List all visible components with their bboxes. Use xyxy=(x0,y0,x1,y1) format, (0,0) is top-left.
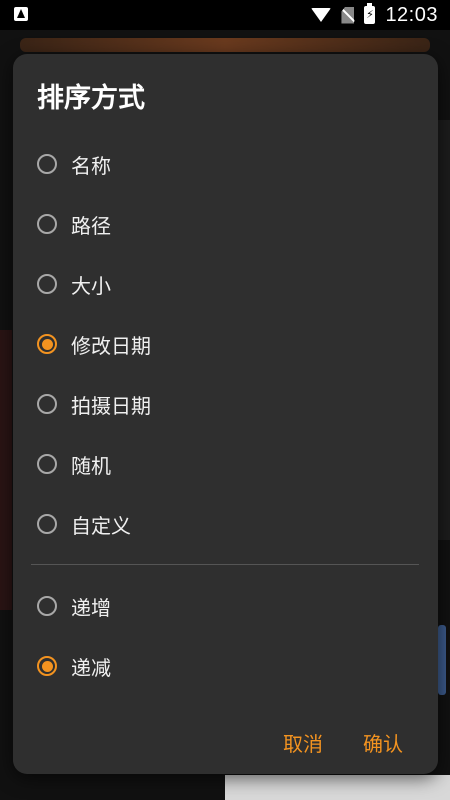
sort-dialog: 排序方式 名称 路径 大小 修改日期 拍摄日期 随机 自定义 递增 递减 取消 … xyxy=(13,54,438,774)
option-label: 路径 xyxy=(71,213,111,238)
status-bar: 12:03 xyxy=(0,0,450,30)
order-option-descending[interactable]: 递减 xyxy=(37,643,417,689)
no-sim-icon xyxy=(341,6,355,24)
option-label: 大小 xyxy=(71,273,111,298)
radio-button[interactable] xyxy=(37,454,57,474)
sort-option-taken-date[interactable]: 拍摄日期 xyxy=(37,381,417,427)
background-app-content xyxy=(438,625,446,695)
sort-option-custom[interactable]: 自定义 xyxy=(37,501,417,547)
option-label: 拍摄日期 xyxy=(71,393,151,418)
background-app-content xyxy=(225,775,450,800)
sort-option-size[interactable]: 大小 xyxy=(37,261,417,307)
option-label: 自定义 xyxy=(71,513,131,538)
radio-dot xyxy=(41,338,53,350)
radio-button-selected[interactable] xyxy=(37,656,57,676)
option-label: 递减 xyxy=(71,655,111,680)
dialog-title: 排序方式 xyxy=(37,83,145,114)
option-label: 随机 xyxy=(71,453,111,478)
radio-button[interactable] xyxy=(37,214,57,234)
sort-option-name[interactable]: 名称 xyxy=(37,141,417,187)
radio-button[interactable] xyxy=(37,514,57,534)
battery-charging-icon xyxy=(364,3,376,24)
option-label: 递增 xyxy=(71,595,111,620)
wifi-icon xyxy=(311,8,332,22)
option-label: 名称 xyxy=(71,153,111,178)
option-label: 修改日期 xyxy=(71,333,151,358)
status-time: 12:03 xyxy=(385,3,438,26)
confirm-button[interactable]: 确认 xyxy=(363,724,403,760)
cancel-button[interactable]: 取消 xyxy=(283,724,323,760)
background-app-content xyxy=(20,38,430,52)
background-app-content xyxy=(0,330,12,610)
screen: 12:03 排序方式 名称 路径 大小 修改日期 拍摄日期 随机 xyxy=(0,0,450,800)
sort-option-path[interactable]: 路径 xyxy=(37,201,417,247)
radio-button[interactable] xyxy=(37,274,57,294)
app-icon xyxy=(14,7,28,21)
radio-button[interactable] xyxy=(37,394,57,414)
background-app-content xyxy=(438,120,450,540)
radio-button[interactable] xyxy=(37,596,57,616)
divider xyxy=(31,564,419,565)
sort-option-modified-date[interactable]: 修改日期 xyxy=(37,321,417,367)
radio-button[interactable] xyxy=(37,154,57,174)
order-option-ascending[interactable]: 递增 xyxy=(37,583,417,629)
sort-option-random[interactable]: 随机 xyxy=(37,441,417,487)
status-icons: 12:03 xyxy=(311,3,438,26)
radio-dot xyxy=(41,660,53,672)
radio-button-selected[interactable] xyxy=(37,334,57,354)
